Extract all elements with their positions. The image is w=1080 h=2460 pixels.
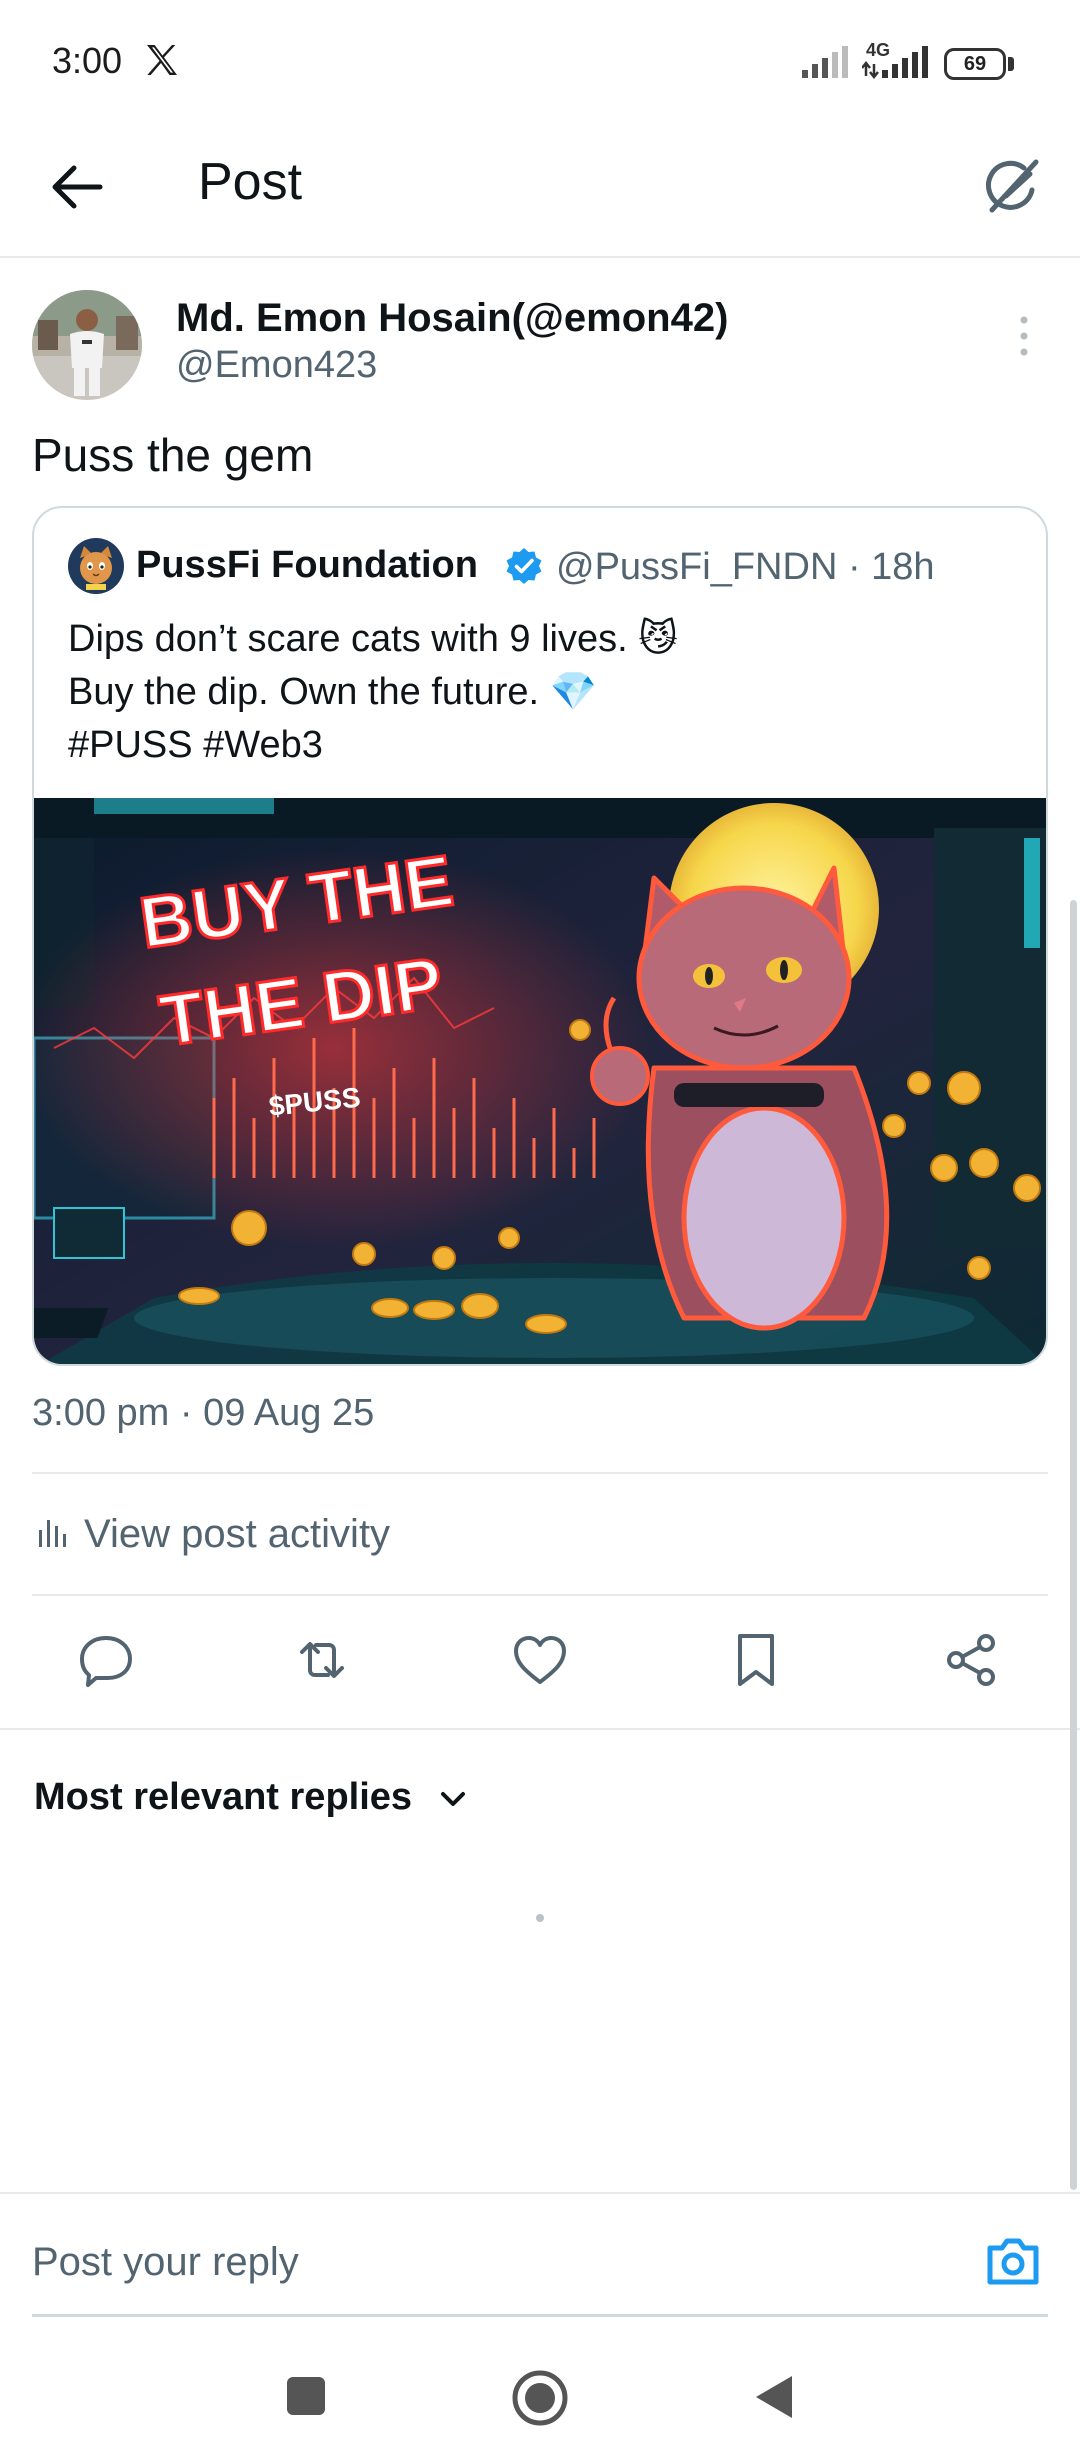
bar-chart-icon <box>39 1520 66 1547</box>
quoted-handle-time: @PussFi_FNDN · 18h <box>556 546 935 588</box>
reply-input-underline <box>32 2314 1048 2317</box>
post-timestamp: 3:00 pm · 09 Aug 25 <box>32 1392 375 1434</box>
divider <box>32 1594 1048 1596</box>
reply-input[interactable]: Post your reply <box>32 2240 299 2285</box>
quoted-avatar[interactable] <box>68 538 124 594</box>
avatar[interactable] <box>32 290 142 400</box>
signal-icon <box>802 46 848 78</box>
header-divider <box>0 256 1080 258</box>
reply-icon[interactable] <box>76 1630 136 1690</box>
replies-sort-label[interactable]: Most relevant replies <box>34 1776 412 1819</box>
like-icon[interactable] <box>510 1630 570 1690</box>
signal-icon <box>862 46 928 80</box>
nav-back-icon[interactable] <box>752 2372 796 2422</box>
back-arrow-icon[interactable] <box>40 150 114 224</box>
loading-indicator <box>536 1914 544 1922</box>
scrollbar[interactable] <box>1070 900 1077 2190</box>
author-handle[interactable]: @Emon423 <box>176 344 377 387</box>
post-text: Puss the gem <box>32 429 314 481</box>
chevron-down-icon[interactable] <box>434 1780 472 1818</box>
nav-home-icon[interactable] <box>510 2368 570 2428</box>
quoted-text-line: Dips don’t scare cats with 9 lives. 😼 <box>68 618 678 660</box>
verified-badge-icon <box>506 548 542 584</box>
view-post-activity-link[interactable]: View post activity <box>84 1512 390 1557</box>
share-icon[interactable] <box>942 1630 1002 1690</box>
camera-icon[interactable] <box>982 2230 1044 2292</box>
page-title: Post <box>198 153 303 211</box>
bookmark-icon[interactable] <box>726 1630 786 1690</box>
battery-level: 69 <box>963 53 987 75</box>
x-logo-icon <box>147 45 177 75</box>
nav-recents-icon[interactable] <box>284 2374 328 2418</box>
quoted-author-name: PussFi Foundation <box>136 544 478 586</box>
divider <box>32 1472 1048 1474</box>
battery-nub <box>1008 57 1014 71</box>
quoted-post[interactable]: PussFi Foundation @PussFi_FNDN · 18h Dip… <box>32 506 1048 1366</box>
status-time: 3:00 <box>52 40 123 81</box>
quoted-media-image[interactable]: BUY THE THE DIP $PUSS <box>34 798 1048 1366</box>
divider <box>0 2192 1080 2194</box>
quoted-hashtags: #PUSS #Web3 <box>68 724 323 766</box>
divider <box>0 1728 1080 1730</box>
repost-icon[interactable] <box>292 1630 352 1690</box>
grok-icon[interactable] <box>976 150 1050 224</box>
quoted-text-line: Buy the dip. Own the future. 💎 <box>68 671 597 713</box>
more-vertical-icon[interactable] <box>1006 306 1042 366</box>
author-name[interactable]: Md. Emon Hosain(@emon42) <box>176 296 728 341</box>
